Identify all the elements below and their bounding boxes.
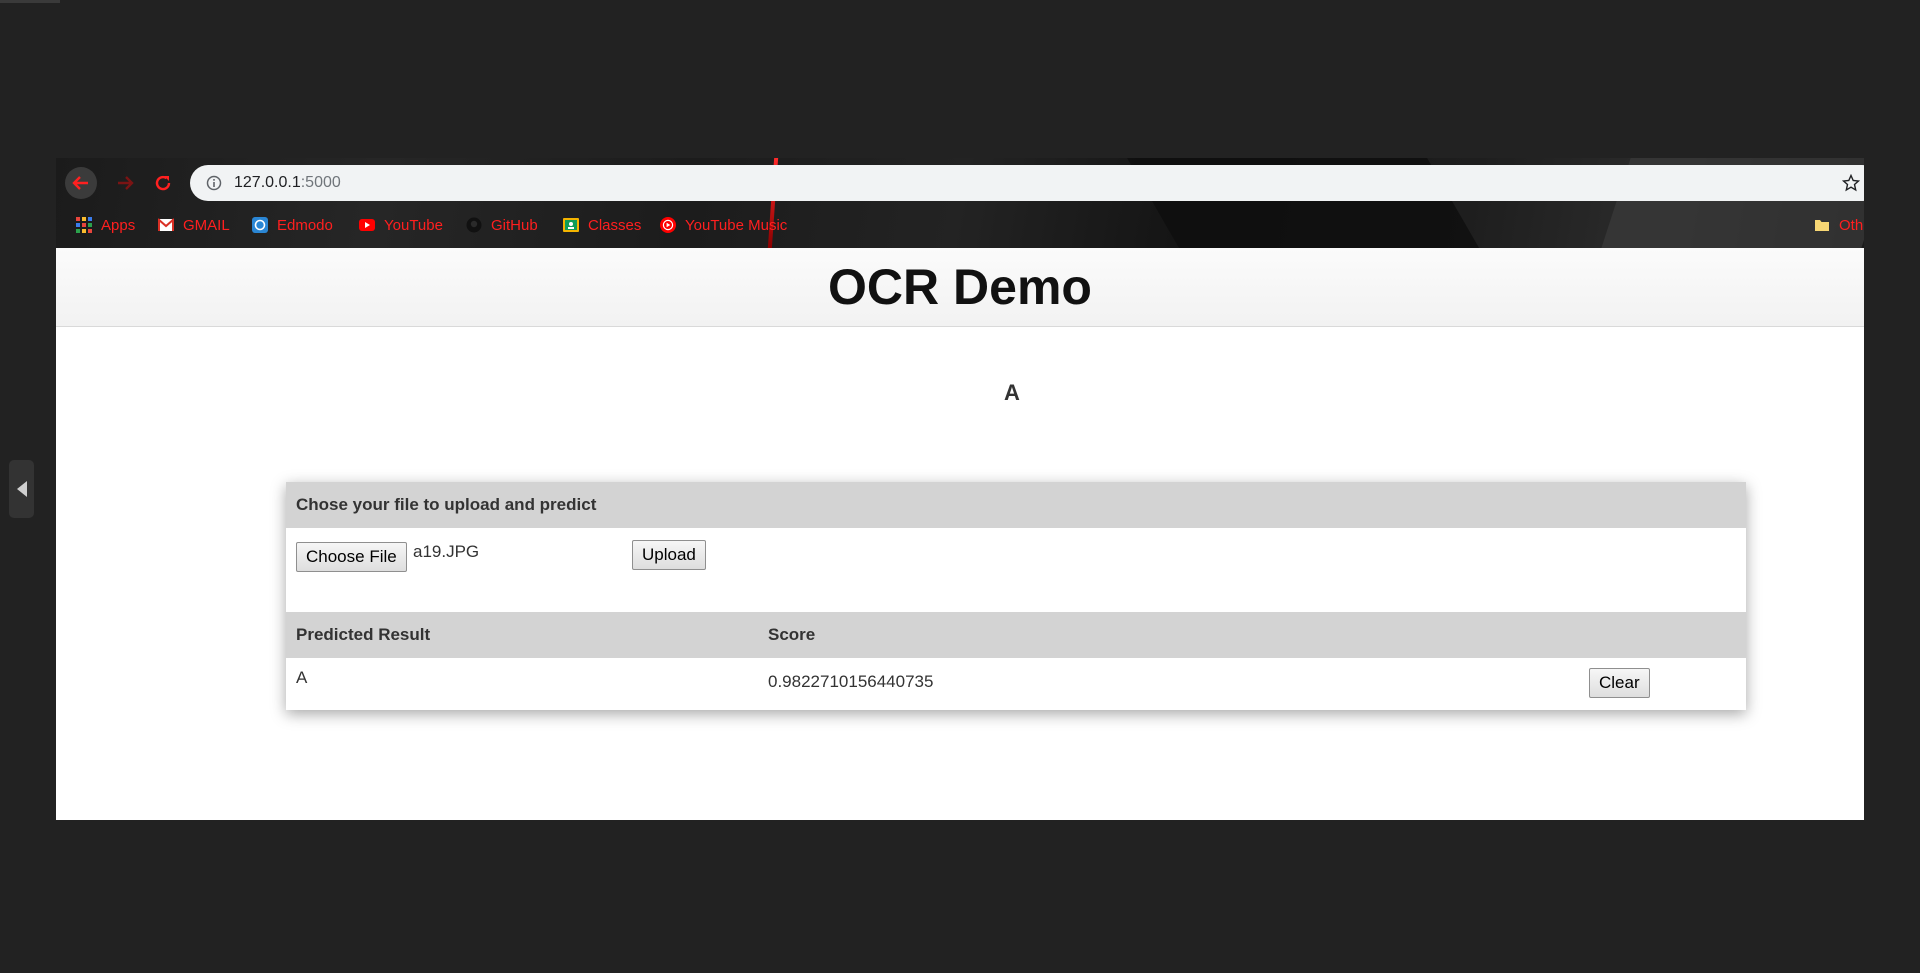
window-edge [0,0,60,3]
bookmark-label: YouTube [384,216,443,234]
triangle-left-icon [16,481,27,497]
browser-chrome: 127.0.0.1:5000 Apps GMAIL Edmodo YouTub… [56,158,1864,248]
edmodo-icon [252,217,268,233]
bookmark-apps[interactable]: Apps [76,210,135,240]
page-title: OCR Demo [828,259,1092,315]
bookmark-label: Edmodo [277,216,333,234]
column-header-predicted-result: Predicted Result [296,625,431,644]
bookmark-edmodo[interactable]: Edmodo [252,210,333,240]
youtube-icon [359,219,375,231]
url-host: 127.0.0.1 [234,174,301,191]
apps-grid-icon [76,217,92,233]
browser-toolbar: 127.0.0.1:5000 [56,164,1864,201]
classes-icon [563,218,579,232]
results-header-row: Predicted Result Score [286,612,1746,658]
bookmark-gmail[interactable]: GMAIL [158,210,230,240]
forward-button[interactable] [109,167,141,199]
predicted-result-value: A [296,668,308,687]
side-panel-toggle[interactable] [9,460,34,518]
page-header: OCR Demo [56,248,1864,327]
gmail-icon [158,218,174,231]
bookmarks-bar: Apps GMAIL Edmodo YouTube GitHub Classes [56,210,1864,240]
bookmark-youtube-music[interactable]: YouTube Music [660,210,787,240]
browser-window: 127.0.0.1:5000 Apps GMAIL Edmodo YouTub… [56,158,1864,820]
url-port: :5000 [300,174,341,191]
bookmark-classes[interactable]: Classes [563,210,641,240]
arrow-right-icon [118,176,134,190]
bookmark-star-icon[interactable] [1842,174,1860,192]
bookmark-label: YouTube Music [685,216,788,234]
bookmark-other[interactable]: Oth [1814,210,1863,240]
clear-button[interactable]: Clear [1589,668,1650,698]
bookmark-youtube[interactable]: YouTube [359,210,443,240]
bookmark-label: Oth [1839,216,1864,234]
predicted-letter: A [1004,380,1020,405]
table-row: A 0.9822710156440735 Clear [286,658,1746,710]
upload-form: Choose File a19.JPG Upload [286,528,1746,612]
reload-icon [155,175,171,191]
bookmark-label: Classes [588,216,642,234]
reload-button[interactable] [147,167,179,199]
youtube-music-icon [660,217,676,233]
folder-icon [1815,220,1829,231]
upload-button[interactable]: Upload [632,540,706,570]
choose-file-button[interactable]: Choose File [296,542,407,572]
page-content: OCR Demo A Chose your file to upload and… [56,248,1864,820]
site-info-icon[interactable] [206,175,222,191]
selected-file-name: a19.JPG [413,542,480,561]
arrow-left-icon [72,176,88,190]
column-header-score: Score [768,625,816,644]
bookmark-github[interactable]: GitHub [466,210,538,240]
bookmark-label: Apps [101,216,136,234]
github-icon [466,217,482,233]
back-button[interactable] [65,167,97,199]
address-bar[interactable]: 127.0.0.1:5000 [190,165,1864,201]
upload-card: Chose your file to upload and predict Ch… [286,482,1746,710]
bookmark-label: GMAIL [183,216,230,234]
score-value: 0.9822710156440735 [768,672,934,691]
bookmark-label: GitHub [491,216,538,234]
upload-card-heading: Chose your file to upload and predict [286,482,1746,528]
